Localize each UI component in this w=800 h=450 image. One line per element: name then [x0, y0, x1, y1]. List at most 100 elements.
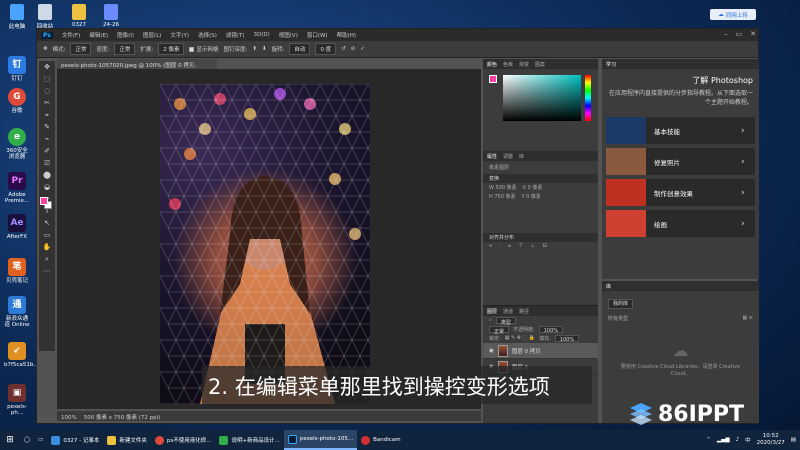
document-canvas[interactable]	[160, 84, 370, 404]
tool-icon[interactable]: ✋	[39, 241, 55, 253]
opacity-input[interactable]: 100%	[538, 326, 563, 334]
tool-icon[interactable]: ✥	[39, 61, 55, 73]
tool-icon[interactable]: ✂	[39, 97, 55, 109]
show-mesh-checkbox[interactable]: 显示网格	[189, 45, 218, 53]
start-button[interactable]: ⊞	[0, 430, 20, 450]
menu-filter[interactable]: 滤镜(T)	[222, 31, 249, 39]
taskbar-item-chrome[interactable]: ps不使用液化修...	[151, 430, 216, 450]
taskbar-item-notepad[interactable]: 0327 - 记事本	[47, 430, 103, 450]
menu-view[interactable]: 视图(V)	[275, 31, 302, 39]
tutorial-card-creative-effects[interactable]: 制作创意效果 ›	[606, 179, 755, 206]
tool-icon[interactable]: ✐	[39, 145, 55, 157]
desktop-icon-360-browser[interactable]: e 360安全浏览器	[4, 128, 30, 160]
menu-window[interactable]: 窗口(W)	[303, 31, 332, 39]
grid-view-icon[interactable]: ▦ ≡	[742, 315, 753, 322]
tab-library[interactable]: 库	[606, 283, 611, 290]
input-language[interactable]: 中	[745, 436, 751, 444]
desktop-icon-this-pc[interactable]: 此电脑	[4, 4, 30, 30]
tool-icon[interactable]: ✎	[39, 121, 55, 133]
tool-icon[interactable]: ⋯	[39, 265, 55, 277]
lock-icons[interactable]: ▦ ✎ ✥ ⬚ 🔒	[505, 335, 535, 342]
tool-icon[interactable]: ▭	[39, 229, 55, 241]
pin-up-icon[interactable]: ⬆	[252, 46, 257, 52]
fill-input[interactable]: 100%	[554, 335, 580, 343]
align-icons[interactable]: ⫷ ⫶ ⫸ ⊤ ⊥ ⊟	[483, 242, 598, 251]
tab-swatches[interactable]: 色板	[503, 61, 513, 68]
taskbar-item-bandicam[interactable]: Bandicam	[357, 430, 404, 450]
cortana-icon[interactable]: ◯	[20, 430, 34, 450]
layer-row[interactable]: ◉ 图层 0 拷贝	[483, 343, 598, 359]
tool-icon[interactable]: ⌁	[39, 133, 55, 145]
menu-edit[interactable]: 编辑(E)	[85, 31, 112, 39]
desktop-icon-24-26[interactable]: 24-26	[98, 4, 124, 28]
foreground-color-swatch[interactable]	[40, 197, 48, 205]
tab-libraries[interactable]: 库	[519, 153, 524, 160]
taskbar-item-excel[interactable]: 说明+新商品设计...	[215, 430, 283, 450]
desktop-icon-image[interactable]: ▣ pexels-ph...	[4, 384, 30, 416]
commit-icon[interactable]: ✓	[360, 46, 365, 52]
tab-patterns[interactable]: 图案	[535, 61, 545, 68]
desktop-icon-aftereffects[interactable]: Ae AfterFX	[4, 214, 30, 240]
tool-icon[interactable]: ⬚	[39, 73, 55, 85]
clock[interactable]: 10:52 2020/3/27	[757, 433, 785, 447]
rotate-select[interactable]: 自动	[289, 43, 311, 55]
layer-kind-select[interactable]: 类型	[495, 317, 516, 326]
desktop-icon-chrome[interactable]: G 谷歌	[4, 88, 30, 114]
library-dropdown[interactable]: 我的库	[608, 299, 634, 309]
desktop-icon-dingtalk[interactable]: 钉 钉钉	[4, 56, 30, 82]
desktop-icon-shortcut[interactable]: ↙ b7f5ca51b...	[4, 342, 39, 368]
tray-expand-icon[interactable]: ⌃	[706, 437, 711, 443]
menu-3d[interactable]: 3D(D)	[250, 32, 274, 38]
notification-icon[interactable]: ▤	[791, 437, 796, 443]
menu-image[interactable]: 图像(I)	[113, 31, 138, 39]
transform-section[interactable]: 变换	[483, 174, 598, 183]
cancel-icon[interactable]: ⊘	[351, 46, 356, 52]
tab-gradients[interactable]: 渐变	[519, 61, 529, 68]
task-view-icon[interactable]: ▭	[34, 430, 47, 450]
tool-icon[interactable]: ◌	[39, 85, 55, 97]
maximize-icon[interactable]: ▭	[736, 30, 743, 38]
tool-icon[interactable]: ⎚	[39, 157, 55, 169]
menu-file[interactable]: 文件(F)	[58, 31, 84, 39]
align-distribute-section[interactable]: 对齐并分布	[483, 233, 598, 242]
tab-learn[interactable]: 学习	[606, 61, 616, 68]
cloud-upload-button[interactable]: ☁ 同网上传	[710, 9, 756, 20]
document-tab[interactable]: pexels-photo-1057020.jpeg @ 100% (图层 0 拷…	[57, 59, 217, 75]
tutorial-card-painting[interactable]: 绘画 ›	[606, 210, 755, 237]
taskbar-item-photoshop[interactable]: pexels-photo-105...	[283, 430, 358, 450]
tutorial-card-basic-skills[interactable]: 基本技能 ›	[606, 117, 755, 144]
zoom-readout[interactable]: 100%	[61, 415, 77, 421]
tab-properties[interactable]: 属性	[487, 153, 497, 160]
desktop-icon-online[interactable]: 通 新浪众通道 Online	[4, 296, 30, 328]
reset-icon[interactable]: ↺	[341, 46, 346, 52]
rotate-angle-input[interactable]: 0 度	[315, 43, 337, 55]
taskbar-item-folder[interactable]: 新建文件夹	[103, 430, 151, 450]
fg-color-chip[interactable]	[489, 75, 497, 83]
volume-icon[interactable]: ♪	[736, 437, 740, 443]
blend-mode-select[interactable]: 正常	[489, 326, 510, 335]
tool-icon[interactable]: ⬤	[39, 169, 55, 181]
x-field[interactable]: X 0 像素	[523, 184, 543, 191]
desktop-icon-folder-0327[interactable]: 0327	[66, 4, 92, 28]
desktop-icon-premiere[interactable]: Pr Adobe Premie...	[4, 172, 30, 204]
eye-icon[interactable]: ◉	[489, 348, 494, 354]
height-field[interactable]: H 750 像素	[489, 193, 515, 200]
tab-paths[interactable]: 路径	[519, 308, 529, 315]
menu-layer[interactable]: 图层(L)	[139, 31, 165, 39]
library-type-filter[interactable]: 所有类型	[608, 315, 628, 322]
desktop-icon-recycle-bin[interactable]: 回收站	[32, 4, 58, 30]
density-select[interactable]: 正常	[114, 43, 136, 55]
menu-select[interactable]: 选择(S)	[194, 31, 221, 39]
hue-slider[interactable]	[585, 75, 591, 121]
canvas-area[interactable]	[57, 69, 481, 409]
menu-help[interactable]: 帮助(H)	[333, 31, 360, 39]
close-icon[interactable]: ✕	[750, 30, 756, 38]
tutorial-card-fix-photo[interactable]: 修复照片 ›	[606, 148, 755, 175]
y-field[interactable]: Y 0 像素	[521, 193, 540, 200]
tool-icon[interactable]: ↖	[39, 217, 55, 229]
mode-select[interactable]: 正常	[70, 43, 92, 55]
tool-icon[interactable]: ⌖	[39, 109, 55, 121]
menu-type[interactable]: 文字(Y)	[166, 31, 193, 39]
tab-channels[interactable]: 通道	[503, 308, 513, 315]
tab-layers[interactable]: 图层	[487, 308, 497, 315]
